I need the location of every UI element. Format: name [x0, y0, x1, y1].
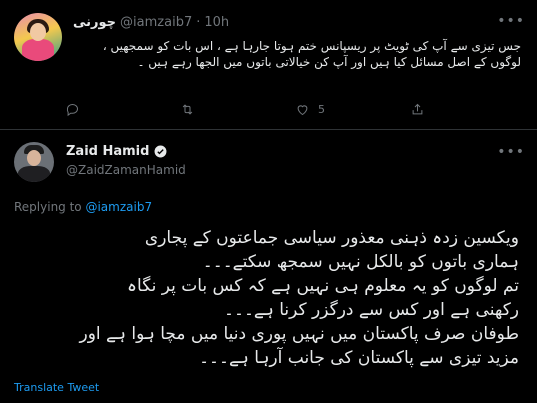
retweet-icon	[182, 104, 193, 115]
more-icon[interactable]: •••	[497, 13, 525, 29]
replying-mention[interactable]: @iamzaib7	[85, 200, 152, 214]
author-handle[interactable]: @ZaidZamanHamid	[66, 163, 186, 177]
separator: ·	[196, 15, 201, 30]
tweet-text: جس تیزی سے آپ کی ٹویٹ پر ریسپانس ختم ہوت…	[102, 39, 521, 69]
text-line: تم لوگوں کو یہ معلوم ہی نہیں ہے کہ کس با…	[127, 276, 519, 296]
tweet-text: ویکسین زدہ ذہنی معذور سیاسی جماعتوں کے پ…	[14, 226, 520, 370]
author-avatar[interactable]	[14, 142, 54, 182]
share-icon	[412, 103, 423, 115]
replying-to: Replying to @iamzaib7	[14, 200, 152, 214]
author-name-row: Zaid Hamid	[66, 144, 167, 159]
heart-icon	[297, 105, 308, 116]
tweet-header: چورنی @iamzaib7 · 10h	[73, 15, 229, 30]
translate-link[interactable]: Translate Tweet	[14, 381, 99, 394]
text-line: رکھنی ہے اور کس سے درگزر کرنا ہے۔۔۔	[224, 300, 519, 320]
timestamp[interactable]: 10h	[204, 15, 229, 30]
text-line: مزید تیزی سے پاکستان کی جانب آرہا ہے۔۔۔	[199, 348, 519, 368]
replying-label: Replying to	[14, 200, 86, 214]
author-display-name[interactable]: Zaid Hamid	[66, 144, 149, 159]
share-button[interactable]	[410, 102, 525, 117]
retweet-button[interactable]	[180, 102, 295, 117]
avatar[interactable]	[14, 13, 62, 61]
text-line: ہماری باتوں کو بالکل نہیں سمجھ سکتے۔۔۔	[202, 252, 519, 272]
main-tweet: Zaid Hamid @ZaidZamanHamid ••• Replying …	[0, 130, 537, 403]
more-icon[interactable]: •••	[497, 144, 525, 160]
text-line: طوفان صرف پاکستان میں نہیں پوری دنیا میں…	[79, 324, 520, 344]
verified-icon	[154, 145, 167, 158]
tweet-actions: 5	[65, 102, 525, 117]
display-name[interactable]: چورنی	[73, 15, 116, 30]
like-button[interactable]: 5	[295, 102, 410, 117]
reply-button[interactable]	[65, 102, 180, 117]
parent-tweet[interactable]: چورنی @iamzaib7 · 10h ••• جس تیزی سے آپ …	[0, 0, 537, 129]
like-count: 5	[318, 103, 325, 116]
text-line: ویکسین زدہ ذہنی معذور سیاسی جماعتوں کے پ…	[144, 228, 519, 248]
user-handle[interactable]: @iamzaib7	[120, 15, 192, 30]
reply-icon	[66, 104, 78, 117]
